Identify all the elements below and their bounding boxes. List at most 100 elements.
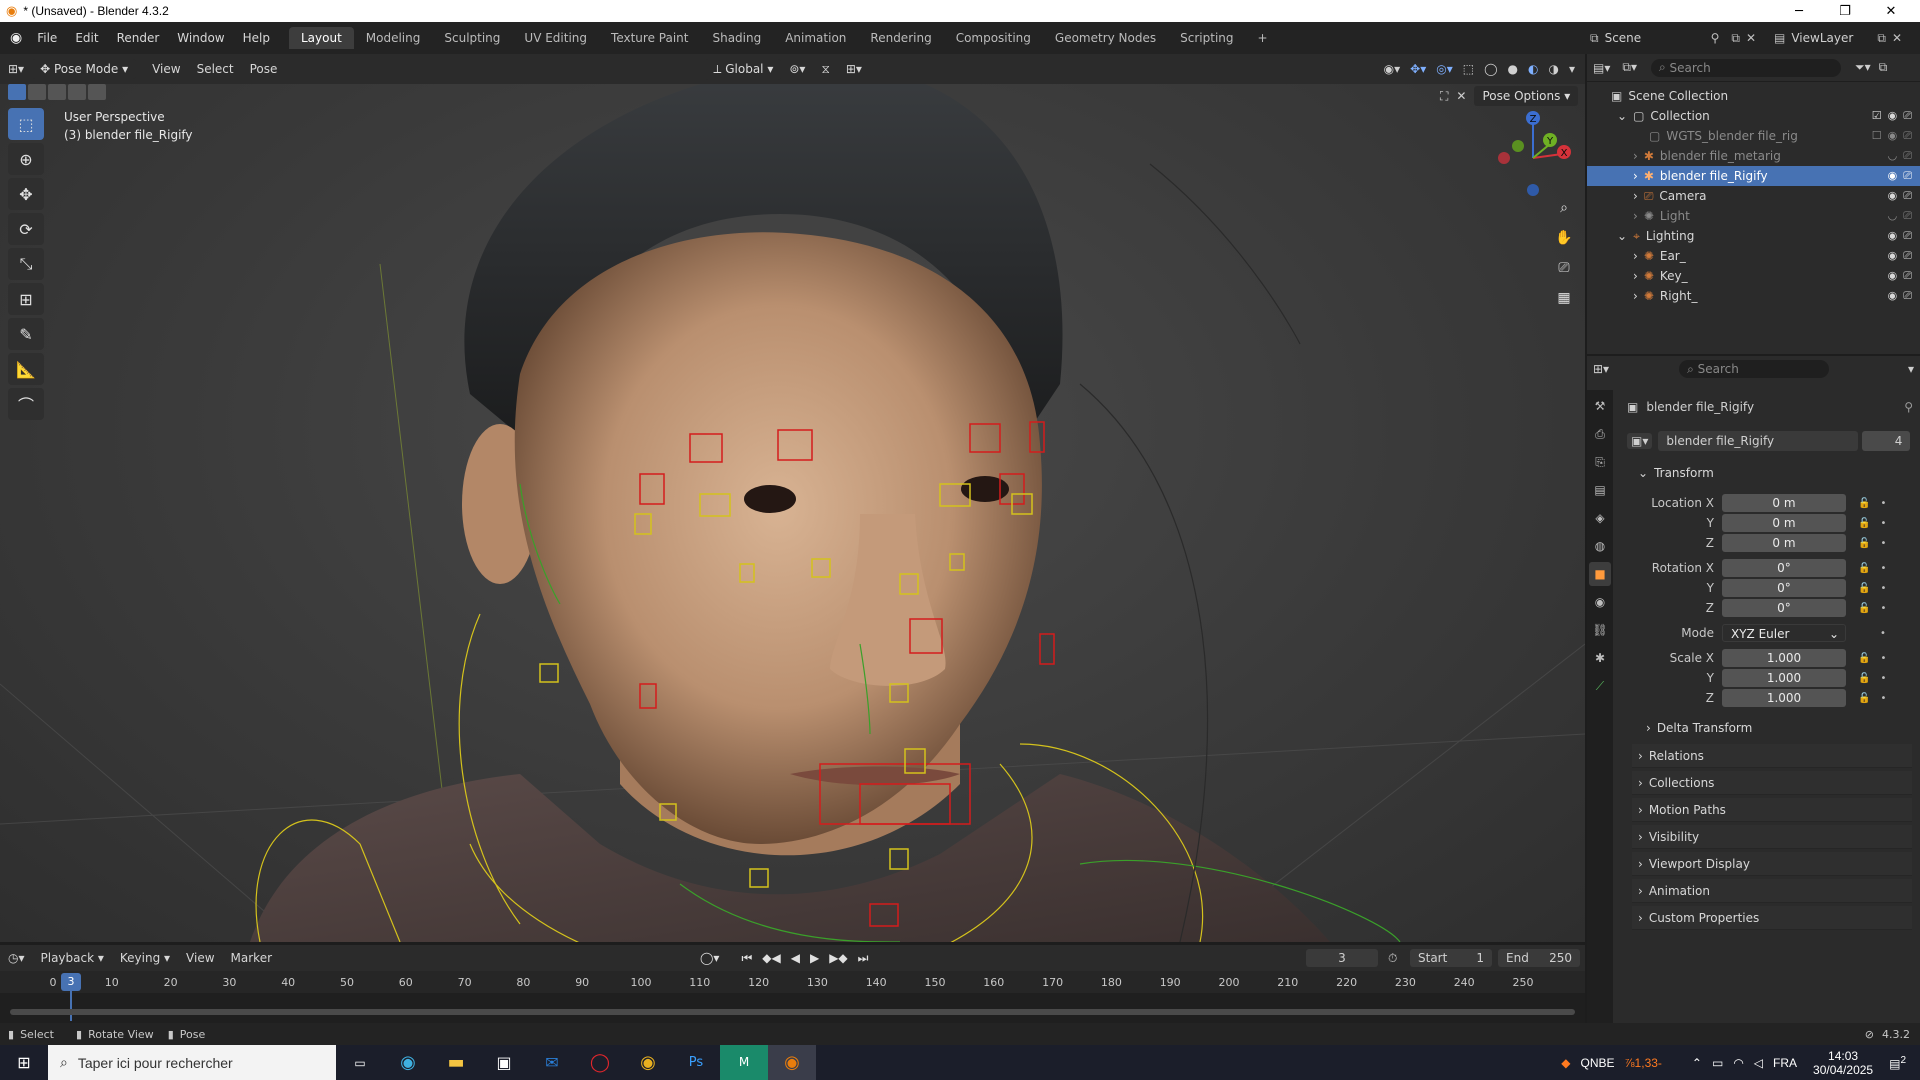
camera-icon[interactable]: ⎚ <box>1903 129 1912 143</box>
rotation-z-field[interactable]: 0° <box>1722 599 1846 617</box>
camera-icon[interactable]: ⎚ <box>1903 249 1912 263</box>
chevron-right-icon[interactable]: › <box>1633 189 1638 203</box>
eye-icon[interactable]: ◉ <box>1888 289 1898 303</box>
pin-icon[interactable]: ⚲ <box>1711 31 1720 45</box>
outliner-row-lighting[interactable]: ⌄ ⌖ Lighting ◉ ⎚ <box>1587 226 1920 246</box>
snap-icon[interactable]: ⧖ <box>813 62 837 77</box>
select-new-icon[interactable] <box>8 84 26 100</box>
checkbox-icon[interactable]: ☑ <box>1872 109 1882 123</box>
keyframe-dot-icon[interactable]: • <box>1880 653 1886 664</box>
tray-chevron-icon[interactable]: ⌃ <box>1692 1056 1702 1070</box>
wireframe-shading-icon[interactable]: ◯ <box>1484 62 1497 76</box>
chevron-right-icon[interactable]: › <box>1633 209 1638 223</box>
render-tab-icon[interactable]: ⎙ <box>1589 422 1611 446</box>
lock-icon[interactable]: 🔓 <box>1858 693 1870 704</box>
tab-animation[interactable]: Animation <box>773 27 858 49</box>
blender-menu-icon[interactable]: ◉ <box>10 30 22 46</box>
tab-compositing[interactable]: Compositing <box>944 27 1043 49</box>
store-icon[interactable]: ▣ <box>480 1053 528 1072</box>
transform-affect-icon[interactable]: ⛶ <box>1440 89 1448 104</box>
annotate-tool-icon[interactable]: ✎ <box>8 318 44 350</box>
playback-menu[interactable]: Playback ▾ <box>33 951 112 965</box>
transform-tool-icon[interactable]: ⊞ <box>8 283 44 315</box>
menu-pose[interactable]: Pose <box>242 62 286 76</box>
timeline-view-menu[interactable]: View <box>178 951 222 965</box>
camera-icon[interactable]: ⎚ <box>1903 269 1912 283</box>
view-layer-tab-icon[interactable]: ▤ <box>1589 478 1611 502</box>
opera-icon[interactable]: ◯ <box>576 1052 624 1073</box>
outliner-row-key[interactable]: › ✺ Key_ ◉ ⎚ <box>1587 266 1920 286</box>
lock-icon[interactable]: 🔓 <box>1858 653 1870 664</box>
tab-scripting[interactable]: Scripting <box>1168 27 1245 49</box>
edge-icon[interactable]: ◉ <box>384 1052 432 1073</box>
end-frame-field[interactable]: End 250 <box>1498 949 1580 967</box>
pivot-icon[interactable]: ⊚▾ <box>781 62 813 76</box>
navigation-gizmo[interactable]: Z X Y <box>1488 108 1578 198</box>
keyframe-dot-icon[interactable]: • <box>1880 538 1886 549</box>
eye-icon[interactable]: ◉ <box>1888 229 1898 243</box>
outliner-row-wgts[interactable]: ▢ WGTS_blender file_rig ☐ ◉ ⎚ <box>1587 126 1920 146</box>
location-z-field[interactable]: 0 m <box>1722 534 1846 552</box>
rotation-x-field[interactable]: 0° <box>1722 559 1846 577</box>
visibility-section[interactable]: › Visibility <box>1632 825 1912 849</box>
eye-icon[interactable]: ◉ <box>1888 109 1898 123</box>
auto-keying-icon[interactable]: ◯▾ <box>700 951 719 966</box>
lock-icon[interactable]: 🔓 <box>1858 498 1870 509</box>
volume-icon[interactable]: ◁ <box>1754 1056 1763 1070</box>
blender-taskbar-icon[interactable]: ◉ <box>768 1045 816 1080</box>
lock-icon[interactable]: 🔓 <box>1858 673 1870 684</box>
menu-view[interactable]: View <box>144 62 188 76</box>
bone-tab-icon[interactable]: ⟋ <box>1589 674 1611 698</box>
menu-help[interactable]: Help <box>234 31 279 45</box>
keyframe-dot-icon[interactable]: • <box>1880 693 1886 704</box>
transform-orientation-dropdown[interactable]: ⟂ Global ▾ <box>705 58 782 80</box>
clock[interactable]: 14:03 30/04/2025 <box>1813 1049 1873 1077</box>
task-view-icon[interactable]: ▭ <box>336 1056 384 1070</box>
solid-shading-icon[interactable]: ● <box>1508 62 1518 76</box>
clear-icon[interactable]: ✕ <box>1456 89 1466 103</box>
physics-tab-icon[interactable]: ◉ <box>1589 590 1611 614</box>
checkbox-icon[interactable]: ☐ <box>1872 129 1882 143</box>
menu-window[interactable]: Window <box>168 31 233 45</box>
keyframe-dot-icon[interactable]: • <box>1880 563 1886 574</box>
add-workspace-button[interactable]: + <box>1246 27 1280 49</box>
gizmo-toggle-icon[interactable]: ✥▾ <box>1410 62 1426 76</box>
datablock-name-field[interactable]: blender file_Rigify <box>1658 431 1859 451</box>
lock-icon[interactable]: 🔓 <box>1858 563 1870 574</box>
tab-layout[interactable]: Layout <box>288 27 354 49</box>
perspective-toggle-icon[interactable]: ▦ <box>1550 284 1578 312</box>
tab-uv-editing[interactable]: UV Editing <box>512 27 599 49</box>
scene-tab-icon[interactable]: ◈ <box>1589 506 1611 530</box>
keyframe-dot-icon[interactable]: • <box>1880 673 1886 684</box>
eye-icon[interactable]: ◉ <box>1888 129 1898 143</box>
viewport-display-section[interactable]: › Viewport Display <box>1632 852 1912 876</box>
scene-selector[interactable]: Scene <box>1605 31 1705 45</box>
outliner-row-ear[interactable]: › ✺ Ear_ ◉ ⎚ <box>1587 246 1920 266</box>
file-explorer-icon[interactable]: ▬ <box>432 1052 480 1073</box>
scale-x-field[interactable]: 1.000 <box>1722 649 1846 667</box>
pan-hand-icon[interactable]: ✋ <box>1550 224 1578 252</box>
keyframe-dot-icon[interactable]: • <box>1880 603 1886 614</box>
select-subtract-icon[interactable] <box>48 84 66 100</box>
menu-render[interactable]: Render <box>108 31 169 45</box>
scale-tool-icon[interactable]: ⤡ <box>8 248 44 280</box>
play-icon[interactable]: ▶ <box>810 951 819 966</box>
keyframe-dot-icon[interactable]: • <box>1880 628 1886 639</box>
preview-range-icon[interactable]: ⏱ <box>1388 951 1397 966</box>
editor-type-icon[interactable]: ⊞▾ <box>0 62 32 76</box>
chevron-right-icon[interactable]: › <box>1633 249 1638 263</box>
eye-icon[interactable]: ◉ <box>1888 189 1898 203</box>
chevron-down-icon[interactable]: ⌄ <box>1617 109 1627 123</box>
eye-icon[interactable]: ◉ <box>1888 169 1898 183</box>
outlook-icon[interactable]: ✉ <box>528 1053 576 1072</box>
new-view-layer-icon[interactable]: ⧉ <box>1877 31 1886 46</box>
close-window-button[interactable]: ✕ <box>1868 0 1914 22</box>
tab-shading[interactable]: Shading <box>700 27 773 49</box>
visibility-icon[interactable]: ◉▾ <box>1384 62 1401 76</box>
lock-icon[interactable]: 🔓 <box>1858 518 1870 529</box>
tab-modeling[interactable]: Modeling <box>354 27 433 49</box>
animation-section[interactable]: › Animation <box>1632 879 1912 903</box>
transform-section-header[interactable]: ⌄ Transform <box>1632 461 1912 485</box>
lock-icon[interactable]: 🔓 <box>1858 538 1870 549</box>
chevron-right-icon[interactable]: › <box>1633 169 1638 183</box>
